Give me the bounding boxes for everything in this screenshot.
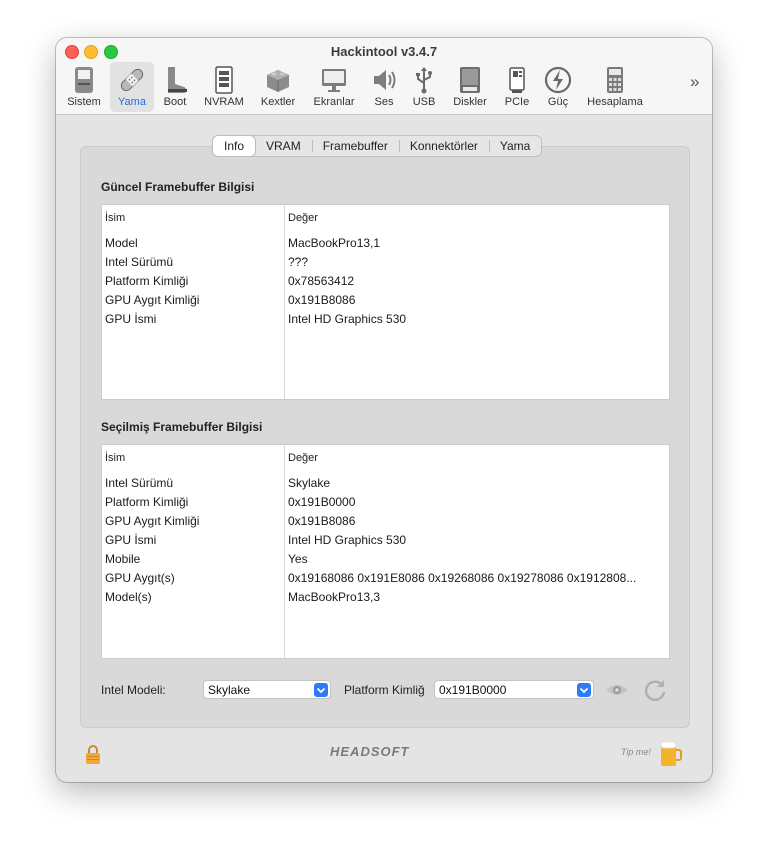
column-divider	[284, 205, 285, 399]
tab-bar: Info VRAM Framebuffer Konnektörler Yama	[212, 135, 543, 157]
lego-brick-icon	[263, 65, 293, 95]
table-cell: Platform Kimliği	[105, 274, 189, 288]
toolbar-label: USB	[412, 96, 436, 108]
column-header-value[interactable]: Değer	[288, 212, 318, 224]
toolbar-item-sistem[interactable]: Sistem	[62, 62, 106, 112]
memory-icon	[209, 65, 239, 95]
column-header-name[interactable]: İsim	[105, 452, 125, 464]
column-header-name[interactable]: İsim	[105, 212, 125, 224]
toolbar-item-hesaplama[interactable]: Hesaplama	[583, 62, 647, 112]
beer-icon[interactable]	[658, 738, 682, 768]
table-cell: Skylake	[288, 476, 331, 490]
table-cell: Intel Sürümü	[105, 255, 174, 269]
toolbar-item-ses[interactable]: Ses	[366, 62, 402, 112]
titlebar: Hackintool v3.4.7 Sistem Yama Boot NVRAM	[56, 38, 712, 115]
table-cell: 0x191B0000	[288, 495, 356, 509]
toolbar-label: Ekranlar	[313, 96, 355, 108]
table-cell: Mobile	[105, 552, 141, 566]
table-cell: Platform Kimliği	[105, 495, 189, 509]
table-cell: Model(s)	[105, 590, 152, 604]
intel-model-select[interactable]: Skylake	[203, 680, 331, 699]
current-framebuffer-title: Güncel Framebuffer Bilgisi	[101, 180, 255, 194]
table-cell: Model	[105, 236, 138, 250]
toolbar-item-guc[interactable]: Güç	[540, 62, 576, 112]
headsoft-logo: HEADSOFT	[330, 744, 410, 759]
pcie-icon	[502, 65, 532, 95]
toolbar-item-boot[interactable]: Boot	[158, 62, 192, 112]
computer-icon	[69, 65, 99, 95]
toolbar-label: Ses	[374, 96, 394, 108]
tab-info[interactable]: Info	[213, 136, 256, 156]
toolbar-label: Diskler	[453, 96, 487, 108]
toolbar-item-ekranlar[interactable]: Ekranlar	[309, 62, 359, 112]
table-cell: Intel HD Graphics 530	[288, 533, 407, 547]
table-cell: Intel HD Graphics 530	[288, 312, 407, 326]
boot-icon	[160, 65, 190, 95]
toolbar-label: NVRAM	[204, 96, 244, 108]
selected-framebuffer-table: İsim Değer Intel Sürümü Skylake Platform…	[101, 444, 670, 659]
table-cell: GPU Aygıt Kimliği	[105, 514, 200, 528]
table-cell: Yes	[288, 552, 308, 566]
window-title: Hackintool v3.4.7	[330, 44, 438, 59]
table-cell: GPU Aygıt Kimliği	[105, 293, 200, 307]
table-cell: GPU İsmi	[105, 533, 157, 547]
toolbar-item-kextler[interactable]: Kextler	[256, 62, 300, 112]
display-icon	[319, 65, 349, 95]
table-cell: GPU İsmi	[105, 312, 157, 326]
table-cell: 0x78563412	[288, 274, 355, 288]
refresh-icon[interactable]	[642, 677, 668, 703]
platform-id-value: 0x191B0000	[439, 683, 507, 697]
intel-model-label: Intel Modeli:	[101, 683, 166, 697]
table-cell: 0x19168086 0x191E8086 0x19268086 0x19278…	[288, 571, 637, 585]
tab-vram[interactable]: VRAM	[255, 136, 312, 156]
toolbar-label: Hesaplama	[587, 96, 643, 108]
tab-konnektorler[interactable]: Konnektörler	[398, 136, 489, 156]
usb-icon	[409, 65, 439, 95]
calculator-icon	[600, 65, 630, 95]
toolbar-label: Kextler	[260, 96, 296, 108]
toolbar-item-pcie[interactable]: PCIe	[500, 62, 534, 112]
intel-model-value: Skylake	[208, 683, 251, 697]
toolbar-item-usb[interactable]: USB	[406, 62, 442, 112]
lock-icon[interactable]	[84, 743, 102, 765]
toolbar-label: PCIe	[504, 96, 530, 108]
toolbar-item-diskler[interactable]: Diskler	[448, 62, 492, 112]
speaker-icon	[369, 65, 399, 95]
column-header-value[interactable]: Değer	[288, 452, 318, 464]
bandage-icon	[117, 65, 147, 95]
toolbar-label: Yama	[118, 96, 146, 108]
toolbar-label: Güç	[547, 96, 569, 108]
platform-id-label: Platform Kimliğ	[344, 683, 425, 697]
table-cell: 0x191B8086	[288, 293, 356, 307]
toolbar-overflow-button[interactable]: »	[690, 72, 699, 92]
table-cell: 0x191B8086	[288, 514, 356, 528]
chevron-down-icon	[314, 683, 328, 697]
toolbar-label: Boot	[163, 96, 187, 108]
power-icon	[543, 65, 573, 95]
column-divider	[284, 445, 285, 658]
table-cell: GPU Aygıt(s)	[105, 571, 175, 585]
table-cell: MacBookPro13,1	[288, 236, 381, 250]
toolbar-item-nvram[interactable]: NVRAM	[200, 62, 248, 112]
toolbar-item-yama[interactable]: Yama	[110, 62, 154, 112]
table-cell: Intel Sürümü	[105, 476, 174, 490]
table-cell: MacBookPro13,3	[288, 590, 381, 604]
platform-id-select[interactable]: 0x191B0000	[434, 680, 594, 699]
app-window: Hackintool v3.4.7 Sistem Yama Boot NVRAM	[56, 38, 712, 782]
selected-framebuffer-title: Seçilmiş Framebuffer Bilgisi	[101, 420, 263, 434]
current-framebuffer-table: İsim Değer Model MacBookPro13,1 Intel Sü…	[101, 204, 670, 400]
eye-icon[interactable]	[604, 680, 630, 700]
tip-me-label[interactable]: Tip me!	[621, 747, 651, 757]
tab-yama[interactable]: Yama	[488, 136, 541, 156]
tab-framebuffer[interactable]: Framebuffer	[311, 136, 399, 156]
disk-icon	[455, 65, 485, 95]
table-cell: ???	[288, 255, 309, 269]
chevron-down-icon	[577, 683, 591, 697]
toolbar-label: Sistem	[67, 96, 101, 108]
